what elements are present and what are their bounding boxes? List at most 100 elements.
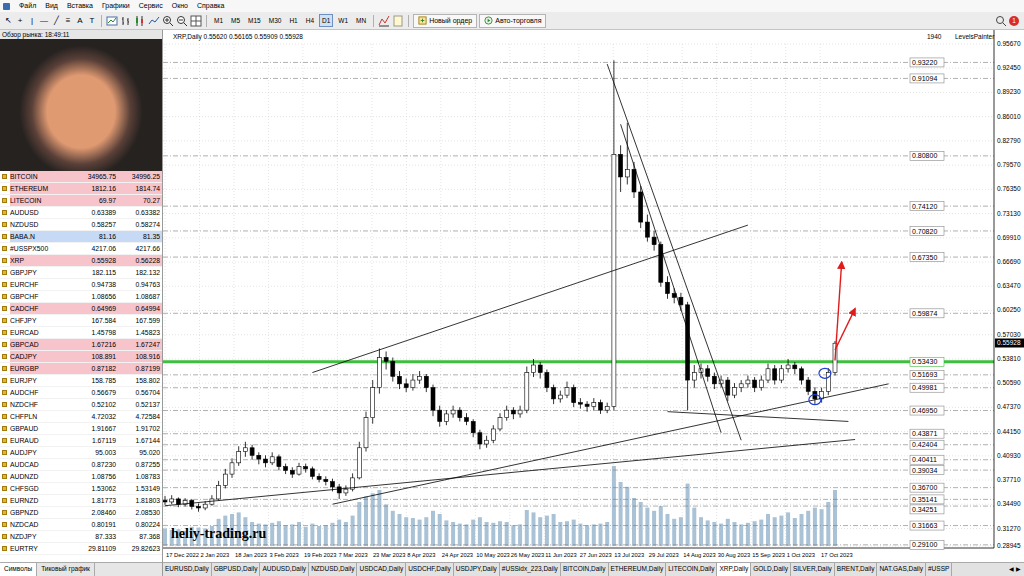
drawing-tool[interactable]: ≡ bbox=[63, 15, 73, 27]
drawing-tool[interactable]: A bbox=[75, 15, 85, 27]
market-watch-row[interactable]: BITCOIN34965.7534996.25 bbox=[0, 171, 162, 183]
forecast-arrow[interactable] bbox=[835, 262, 842, 361]
level-line[interactable] bbox=[163, 374, 994, 375]
timeframe-button[interactable]: M30 bbox=[266, 14, 285, 27]
market-watch-row[interactable]: GBPCAD1.672161.67247 bbox=[0, 339, 162, 351]
market-watch-row[interactable]: GBPJPY182.115182.132 bbox=[0, 267, 162, 279]
trendline[interactable] bbox=[165, 440, 855, 506]
menu-item[interactable]: Окно bbox=[172, 0, 188, 12]
zoom-out-icon[interactable] bbox=[176, 15, 188, 27]
menu-item[interactable]: Вид bbox=[45, 0, 58, 12]
chart-tab[interactable]: LITECOIN,Daily bbox=[666, 563, 717, 576]
level-line[interactable] bbox=[163, 459, 994, 460]
drawing-tool[interactable]: ↖ bbox=[3, 15, 13, 27]
chart-tab[interactable]: #USSP bbox=[926, 563, 952, 576]
timeframe-button[interactable]: H4 bbox=[303, 14, 317, 27]
menu-item[interactable]: Сервис bbox=[139, 0, 163, 12]
market-watch-tab[interactable]: Символы bbox=[0, 563, 37, 576]
market-watch-row[interactable]: EURJPY158.785158.802 bbox=[0, 375, 162, 387]
market-watch-row[interactable]: EURGBP0.871820.87199 bbox=[0, 363, 162, 375]
level-line[interactable] bbox=[163, 525, 994, 526]
grid-icon[interactable] bbox=[190, 15, 202, 27]
level-line[interactable] bbox=[163, 487, 994, 488]
market-watch-row[interactable]: CHFPLN4.720324.72584 bbox=[0, 411, 162, 423]
market-watch-row[interactable]: AUDJPY95.00395.020 bbox=[0, 447, 162, 459]
tab-scroll-button[interactable]: ▶ bbox=[1016, 563, 1021, 576]
drawing-tool[interactable]: T bbox=[87, 15, 97, 27]
trendline[interactable] bbox=[621, 124, 722, 432]
level-line[interactable] bbox=[163, 78, 994, 79]
level-line[interactable] bbox=[163, 433, 994, 434]
candle-chart-icon[interactable] bbox=[134, 15, 146, 27]
market-watch-row[interactable]: EURNZD1.817731.81803 bbox=[0, 495, 162, 507]
market-watch-row[interactable]: EURAUD1.671191.67144 bbox=[0, 435, 162, 447]
level-line[interactable] bbox=[163, 313, 994, 314]
market-watch-row[interactable]: ETHEREUM1812.161814.74 bbox=[0, 183, 162, 195]
market-watch-row[interactable]: NZDJPY87.33387.368 bbox=[0, 531, 162, 543]
level-line[interactable] bbox=[163, 206, 994, 207]
market-watch-row[interactable]: LITECOIN69.9770.27 bbox=[0, 195, 162, 207]
level-line[interactable] bbox=[163, 62, 994, 63]
chart-tab[interactable]: XRP,Daily bbox=[717, 563, 751, 576]
circle-marker[interactable] bbox=[819, 368, 831, 378]
menu-item[interactable]: Графики bbox=[102, 0, 130, 12]
menu-item[interactable]: Справка bbox=[197, 0, 224, 12]
forecast-arrow[interactable] bbox=[835, 309, 855, 350]
level-line[interactable] bbox=[163, 230, 994, 231]
trendline[interactable] bbox=[312, 225, 748, 372]
market-watch-row[interactable]: AUDCHF0.566790.56704 bbox=[0, 387, 162, 399]
market-watch-row[interactable]: NZDCAD0.801910.80224 bbox=[0, 519, 162, 531]
menu-item[interactable]: Вставка bbox=[67, 0, 93, 12]
chart-tab[interactable]: BITCOIN,Daily bbox=[561, 563, 609, 576]
market-watch-row[interactable]: NZDCHF0.521020.52137 bbox=[0, 399, 162, 411]
market-watch-row[interactable]: #USSPX5004217.064217.66 bbox=[0, 243, 162, 255]
market-watch-row[interactable]: EURTRY29.8110929.82623 bbox=[0, 543, 162, 555]
trendline[interactable] bbox=[333, 384, 889, 504]
timeframe-button[interactable]: W1 bbox=[335, 14, 351, 27]
level-line[interactable] bbox=[163, 544, 994, 545]
menu-item[interactable]: Файл bbox=[19, 0, 36, 12]
chart-tab[interactable]: AUDUSD,Daily bbox=[260, 563, 309, 576]
trendline[interactable] bbox=[668, 412, 849, 422]
level-line[interactable] bbox=[163, 257, 994, 258]
level-line[interactable] bbox=[163, 410, 994, 411]
chart-tab[interactable]: ETHEREUM,Daily bbox=[609, 563, 667, 576]
market-watch-row[interactable]: GBPNZD2.084602.08530 bbox=[0, 507, 162, 519]
market-watch-row[interactable]: AUDNZD1.087561.08783 bbox=[0, 471, 162, 483]
chart-tab[interactable]: GBPUSD,Daily bbox=[212, 563, 261, 576]
circle-marker[interactable] bbox=[809, 395, 821, 405]
indicators-icon[interactable] bbox=[378, 15, 390, 27]
timeframe-button[interactable]: M1 bbox=[211, 14, 226, 27]
new-chart-icon[interactable] bbox=[106, 15, 118, 27]
drawing-tool[interactable]: ╱ bbox=[51, 15, 61, 27]
chart-tab[interactable]: EURUSD,Daily bbox=[163, 563, 212, 576]
tab-scroll-button[interactable]: ◀ bbox=[1009, 563, 1014, 576]
bar-chart-icon[interactable] bbox=[120, 15, 132, 27]
market-watch-row[interactable]: EURCAD1.457981.45823 bbox=[0, 327, 162, 339]
line-chart-icon[interactable] bbox=[148, 15, 160, 27]
market-watch-row[interactable]: NZDUSD0.582570.58274 bbox=[0, 219, 162, 231]
chart-tab[interactable]: USDJPY,Daily bbox=[454, 563, 500, 576]
drawing-tool[interactable]: | bbox=[27, 15, 37, 27]
chart-tab[interactable]: USDCHF,Daily bbox=[406, 563, 454, 576]
drawing-tool[interactable]: + bbox=[15, 15, 25, 27]
market-watch-row[interactable]: GBPAUD1.916671.91702 bbox=[0, 423, 162, 435]
timeframe-button[interactable]: MN bbox=[353, 14, 369, 27]
market-watch-row[interactable]: AUDUSD0.633890.63382 bbox=[0, 207, 162, 219]
auto-trading-button[interactable]: Авто-торговля bbox=[479, 14, 546, 28]
market-watch-row[interactable]: CADCHF0.649690.64994 bbox=[0, 303, 162, 315]
template-icon[interactable] bbox=[392, 15, 404, 27]
chart-tab[interactable]: GOLD,Daily bbox=[751, 563, 791, 576]
price-chart[interactable]: 0.956700.924500.892300.860100.827900.795… bbox=[163, 30, 1024, 562]
market-watch-tab[interactable]: Тиковый график bbox=[37, 563, 95, 576]
market-watch-row[interactable]: BABA.N81.1681.35 bbox=[0, 231, 162, 243]
timeframe-button[interactable]: M15 bbox=[245, 14, 264, 27]
drawing-tool[interactable]: — bbox=[39, 15, 49, 27]
chart-tab[interactable]: SILVER,Daily bbox=[791, 563, 835, 576]
timeframe-button[interactable]: D1 bbox=[319, 14, 333, 27]
level-line[interactable] bbox=[163, 506, 994, 507]
market-watch-row[interactable]: AUDCAD0.872300.87255 bbox=[0, 459, 162, 471]
new-order-button[interactable]: Новый ордер bbox=[413, 14, 477, 28]
search-icon[interactable] bbox=[995, 15, 1007, 27]
level-line[interactable] bbox=[163, 444, 994, 445]
